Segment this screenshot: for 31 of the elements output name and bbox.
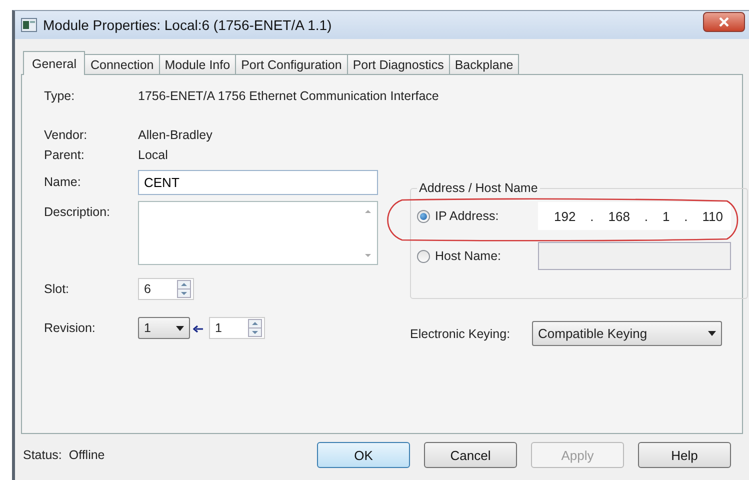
- vendor-value: Allen-Bradley: [138, 128, 212, 142]
- tab[interactable]: Port Configuration: [235, 54, 348, 74]
- dialog-button[interactable]: Help: [638, 442, 731, 468]
- tab[interactable]: Port Diagnostics: [346, 54, 450, 74]
- name-field[interactable]: CENT: [138, 170, 378, 194]
- parent-value: Local: [138, 148, 168, 162]
- option-label: Host Name:: [435, 249, 502, 263]
- type-value: 1756-ENET/A 1756 Ethernet Communication Interface: [138, 89, 439, 103]
- field-label: Vendor:: [44, 128, 88, 142]
- window-title: Module Properties: Local:6 (1756-ENET/A 1.1): [43, 17, 333, 33]
- option-label: IP Address:: [435, 209, 500, 223]
- slot-spinner[interactable]: 6: [138, 278, 194, 300]
- field-label: Electronic Keying:: [410, 326, 512, 340]
- ip-address-field[interactable]: 192 . 168 . 1 . 110: [538, 202, 731, 230]
- tab[interactable]: General: [23, 51, 86, 75]
- tab[interactable]: Connection: [84, 54, 160, 74]
- dialog-button[interactable]: Cancel: [424, 442, 517, 468]
- revision-dropdown[interactable]: 1: [138, 317, 190, 339]
- minor-revision-spinner[interactable]: 1: [209, 317, 265, 339]
- field-label: Type:: [44, 89, 76, 103]
- group-title: Address / Host Name: [418, 181, 539, 195]
- tab[interactable]: Module Info: [158, 54, 236, 74]
- field-label: Revision:: [44, 321, 96, 335]
- keying-dropdown[interactable]: Compatible Keying: [532, 321, 722, 346]
- status-text: Status: Offline: [22, 448, 106, 462]
- dialog-button[interactable]: OK: [317, 442, 410, 468]
- tab[interactable]: Backplane: [448, 54, 520, 74]
- field-label: Description:: [44, 205, 111, 219]
- field-label: Name:: [44, 175, 82, 189]
- field-label: Slot:: [44, 282, 70, 296]
- field-label: Parent:: [44, 148, 86, 162]
